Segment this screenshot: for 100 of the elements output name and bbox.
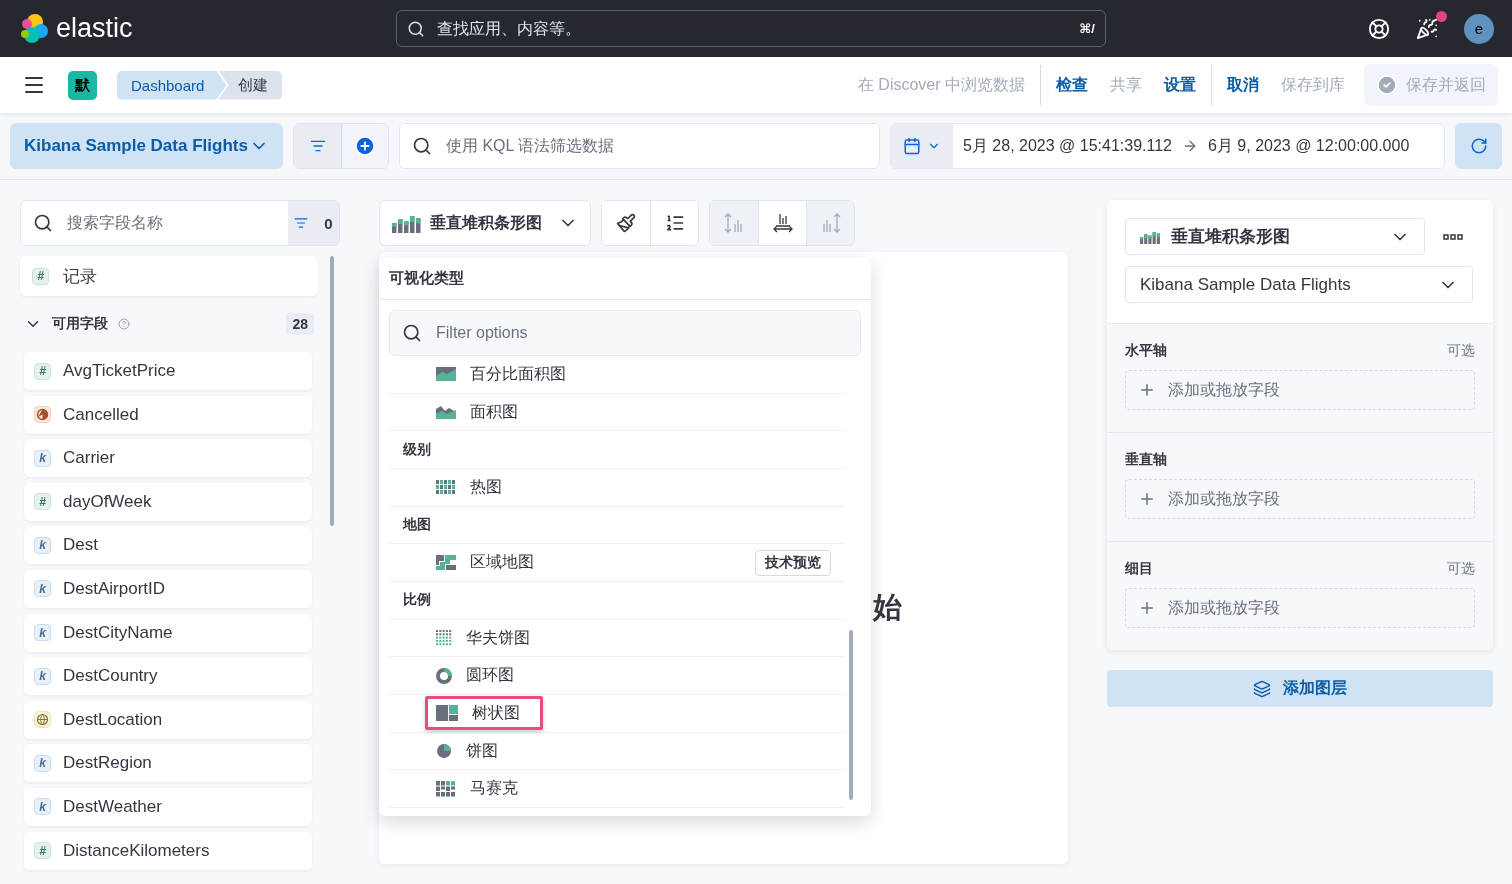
field-item[interactable]: k DestAirportID xyxy=(24,569,312,608)
user-avatar[interactable]: e xyxy=(1464,13,1494,44)
field-item[interactable]: k Carrier xyxy=(24,439,312,478)
field-name: Dest xyxy=(63,535,98,556)
pie-chart-icon xyxy=(436,743,452,760)
global-search-field[interactable]: 查找应用、内容等。 xyxy=(435,18,1070,39)
string-field-icon: k xyxy=(34,754,51,772)
layer-data-view-select[interactable]: Kibana Sample Data Flights xyxy=(1125,266,1473,303)
chart-type-option[interactable]: 热图 xyxy=(425,470,525,505)
space-avatar[interactable]: 默 xyxy=(68,70,97,100)
group-title: 地图 xyxy=(389,506,845,545)
donut-chart-icon xyxy=(436,667,452,684)
field-item[interactable]: k DestRegion xyxy=(24,744,312,783)
chart-type-option[interactable]: 华夫饼图 xyxy=(425,621,553,656)
search-icon xyxy=(407,19,425,38)
plus-icon xyxy=(1138,381,1156,399)
area-chart-icon xyxy=(436,367,456,382)
refresh-icon xyxy=(1469,137,1488,155)
chart-type-option[interactable]: 百分比面积图 xyxy=(425,357,589,392)
number-field-icon: # xyxy=(34,362,51,380)
news-icon[interactable] xyxy=(1416,17,1438,40)
filter-field[interactable]: Filter options xyxy=(434,323,848,343)
field-item[interactable]: DestLocation xyxy=(24,700,312,739)
optional-label: 可选 xyxy=(1447,342,1475,360)
drop-zone[interactable]: 添加或拖放字段 xyxy=(1125,588,1475,628)
help-icon xyxy=(118,318,130,330)
field-item[interactable]: k DestCityName xyxy=(24,613,312,652)
toolbar-link[interactable]: 检查 xyxy=(1045,74,1099,96)
more-icon[interactable] xyxy=(1443,233,1463,240)
field-item[interactable]: k DestCountry xyxy=(24,657,312,696)
field-search-box[interactable]: 搜索字段名称 0 xyxy=(20,200,340,246)
group-title: 比例 xyxy=(389,582,845,620)
field-item[interactable]: k Dest xyxy=(24,526,312,565)
toolbar-link[interactable]: 取消 xyxy=(1216,74,1270,96)
help-icon[interactable] xyxy=(1368,17,1390,40)
add-layer-button[interactable]: 添加图层 xyxy=(1107,670,1493,707)
toolbar-link[interactable]: 设置 xyxy=(1153,74,1207,96)
search-icon xyxy=(412,136,432,156)
plus-icon xyxy=(354,135,376,157)
chart-type-option[interactable]: 马赛克 xyxy=(425,771,541,806)
search-icon xyxy=(33,213,53,233)
chart-type-option[interactable]: 区域地图 xyxy=(425,545,557,580)
end-date[interactable]: 6月 9, 2023 @ 12:00:00.000 xyxy=(1198,135,1420,157)
axis-button[interactable] xyxy=(758,201,806,245)
elastic-logo-icon xyxy=(18,12,50,45)
refresh-button[interactable] xyxy=(1455,123,1502,169)
query-box[interactable]: 使用 KQL 语法筛选数据 xyxy=(399,123,880,169)
field-item[interactable]: # 记录 xyxy=(20,256,318,296)
filter-box[interactable]: Filter options xyxy=(389,310,861,356)
chart-type-option[interactable]: 圆环图 xyxy=(425,658,537,693)
canvas-title: 始 xyxy=(873,591,902,623)
section-title: 可用字段 xyxy=(52,315,108,333)
field-name: DestRegion xyxy=(63,753,152,774)
drop-zone[interactable]: 添加或拖放字段 xyxy=(1125,370,1475,410)
preview-badge: 技术预览 xyxy=(755,549,831,576)
calendar-icon xyxy=(903,137,921,155)
layer-chart-type-select[interactable]: 垂直堆积条形图 xyxy=(1125,218,1425,255)
field-item[interactable]: k DestWeather xyxy=(24,787,312,826)
shortcut-hint: ⌘/ xyxy=(1079,21,1095,36)
number-field-icon: # xyxy=(34,842,51,860)
add-filter-button[interactable] xyxy=(341,124,388,168)
bottom-axis-icon xyxy=(771,212,794,234)
string-field-icon: k xyxy=(34,667,51,685)
field-count: 28 xyxy=(286,313,314,335)
style-button[interactable] xyxy=(602,201,650,245)
field-name: DestAirportID xyxy=(63,578,166,599)
area-chart-icon xyxy=(436,405,456,419)
field-item[interactable]: # DistanceKilometers xyxy=(24,831,312,870)
drop-zone[interactable]: 添加或拖放字段 xyxy=(1125,479,1475,519)
field-name: Cancelled xyxy=(63,404,139,425)
brand-name: elastic xyxy=(56,13,133,44)
field-name: DestCityName xyxy=(63,622,173,643)
global-search-box[interactable]: 查找应用、内容等。 ⌘/ xyxy=(396,10,1106,47)
filter-icon xyxy=(309,138,326,154)
string-field-icon: k xyxy=(34,624,51,642)
quick-date-button[interactable] xyxy=(891,124,953,168)
chart-type-option[interactable]: 面积图 xyxy=(425,395,541,429)
field-item[interactable]: # dayOfWeek xyxy=(24,482,312,521)
query-field[interactable]: 使用 KQL 语法筛选数据 xyxy=(444,136,867,156)
plus-icon xyxy=(1138,599,1156,617)
breadcrumb[interactable]: Dashboard xyxy=(117,70,227,100)
breadcrumb[interactable]: 创建 xyxy=(218,70,283,100)
chart-type-option[interactable]: 饼图 xyxy=(425,734,521,769)
string-field-icon: k xyxy=(34,449,51,467)
group-title: 级别 xyxy=(389,431,845,469)
field-name: dayOfWeek xyxy=(63,491,152,512)
field-item[interactable]: # AvgTicketPrice xyxy=(24,352,312,390)
field-name: AvgTicketPrice xyxy=(63,361,176,381)
field-search-field[interactable]: 搜索字段名称 xyxy=(65,213,276,233)
field-item[interactable]: Cancelled xyxy=(24,395,312,434)
chart-type-option[interactable]: 树状图 xyxy=(425,696,543,731)
data-view-picker[interactable]: Kibana Sample Data Flights xyxy=(10,123,283,169)
start-date[interactable]: 5月 28, 2023 @ 15:41:39.112 xyxy=(953,135,1182,157)
plus-icon xyxy=(1138,490,1156,508)
legend-button[interactable] xyxy=(650,201,698,245)
dimension-title: 水平轴 xyxy=(1125,342,1167,360)
string-field-icon: k xyxy=(34,536,51,554)
chart-type-picker[interactable]: 垂直堆积条形图 xyxy=(379,200,591,246)
check-icon xyxy=(1376,74,1398,96)
field-filter-button[interactable]: 0 xyxy=(288,201,339,245)
